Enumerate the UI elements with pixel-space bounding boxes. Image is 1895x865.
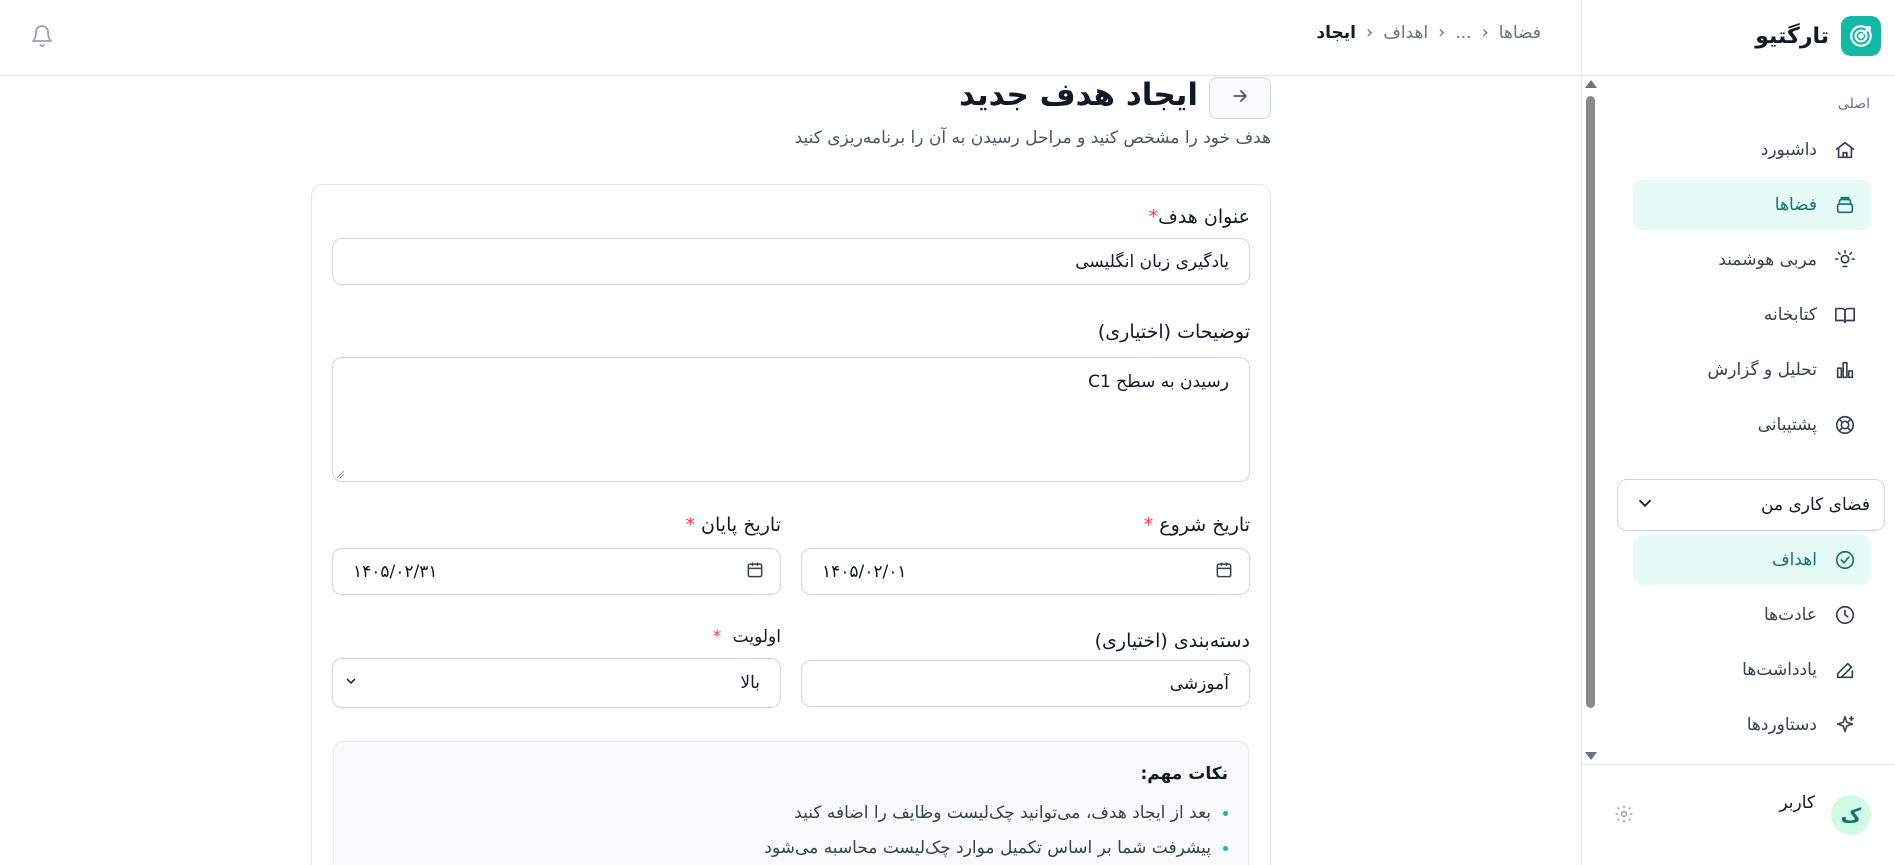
sidebar-item-smart-coach[interactable]: مربی هوشمند: [1633, 235, 1871, 285]
description-value: رسیدن به سطح C1: [1088, 372, 1229, 392]
tip-text: پیشرفت شما بر اساس تکمیل موارد چک‌لیست م…: [764, 838, 1211, 858]
priority-value: بالا: [740, 673, 760, 693]
sidebar: تارگتیو اصلی داشبورد فضاها مربی هوشمند ک…: [1581, 0, 1895, 865]
required-mark: *: [685, 514, 696, 536]
sparkles-icon: [1833, 713, 1857, 737]
calendar-icon[interactable]: [741, 560, 765, 584]
breadcrumb-item-goals[interactable]: اهداف: [1383, 23, 1428, 43]
target-check-icon: [1833, 548, 1857, 572]
gear-icon[interactable]: [1614, 804, 1634, 824]
workspace-select[interactable]: فضای کاری من: [1617, 479, 1885, 531]
title-label: عنوان هدف*: [1149, 206, 1250, 228]
page-title: ایجاد هدف جدید: [959, 77, 1198, 113]
priority-select[interactable]: بالا: [332, 658, 781, 708]
sidebar-item-achievements[interactable]: دستاوردها: [1633, 700, 1871, 750]
title-label-text: عنوان هدف: [1158, 206, 1250, 228]
sidebar-item-habits[interactable]: عادت‌ها: [1633, 590, 1871, 640]
book-icon: [1833, 303, 1857, 327]
sidebar-item-library[interactable]: کتابخانه: [1633, 290, 1871, 340]
start-date-input[interactable]: ۱۴۰۵/۰۲/۰۱: [801, 548, 1250, 595]
calendar-icon[interactable]: [1210, 560, 1234, 584]
list-item: پیشرفت شما بر اساس تکمیل موارد چک‌لیست م…: [764, 838, 1228, 858]
scrollbar-thumb[interactable]: [1586, 96, 1595, 708]
end-date-label-text: تاریخ پایان: [701, 514, 781, 536]
scroll-down-icon[interactable]: [1585, 752, 1597, 760]
sidebar-item-notes[interactable]: یادداشت‌ها: [1633, 645, 1871, 695]
breadcrumb-item-current: ایجاد: [1316, 22, 1356, 43]
bullet-dot-icon: [1223, 845, 1228, 851]
priority-label: اولویت *: [713, 627, 781, 647]
sidebar-item-label: فضاها: [1774, 195, 1817, 215]
arrow-right-icon: [1230, 86, 1250, 110]
chevron-left-icon: ‹: [1366, 22, 1374, 43]
description-textarea[interactable]: رسیدن به سطح C1: [332, 357, 1250, 482]
breadcrumb-item-spaces[interactable]: فضاها: [1499, 23, 1541, 43]
sidebar-item-label: کتابخانه: [1763, 305, 1817, 325]
back-button[interactable]: [1209, 77, 1271, 119]
chevron-down-icon: [1634, 492, 1656, 519]
lifebuoy-icon: [1833, 413, 1857, 437]
category-value: آموزشی: [1169, 673, 1229, 694]
sidebar-item-label: پشتیبانی: [1757, 415, 1817, 435]
bullet-dot-icon: [1223, 810, 1228, 816]
tip-text: بعد از ایجاد هدف، می‌توانید چک‌لیست وظای…: [794, 803, 1211, 823]
sidebar-scrollbar[interactable]: [1582, 78, 1598, 762]
page-subtitle: هدف خود را مشخص کنید و مراحل رسیدن به آن…: [794, 128, 1271, 148]
required-mark: *: [1148, 206, 1159, 228]
notification-bell-icon[interactable]: [30, 24, 54, 48]
start-date-label: تاریخ شروع *: [1144, 514, 1250, 536]
sidebar-item-label: عادت‌ها: [1763, 605, 1817, 625]
breadcrumb: فضاها ‹ ... ‹ اهداف ‹ ایجاد: [1316, 22, 1541, 43]
sidebar-item-label: تحلیل و گزارش: [1707, 360, 1817, 380]
lightbulb-icon: [1833, 248, 1857, 272]
sidebar-section-label: اصلی: [1837, 96, 1870, 112]
priority-label-text: اولویت: [732, 627, 781, 647]
sidebar-item-label: یادداشت‌ها: [1742, 660, 1817, 680]
top-header: فضاها ‹ ... ‹ اهداف ‹ ایجاد: [0, 0, 1581, 76]
list-item: بعد از ایجاد هدف، می‌توانید چک‌لیست وظای…: [794, 803, 1228, 823]
brand[interactable]: تارگتیو: [1755, 15, 1881, 57]
goal-title-value: یادگیری زبان انگلیسی: [1075, 251, 1229, 272]
sidebar-item-label: دستاوردها: [1746, 715, 1817, 735]
user-name: کاربر: [1779, 793, 1815, 813]
edit-icon: [1833, 658, 1857, 682]
sidebar-item-dashboard[interactable]: داشبورد: [1633, 125, 1871, 175]
sidebar-item-spaces[interactable]: فضاها: [1633, 180, 1871, 230]
clock-icon: [1833, 603, 1857, 627]
sidebar-item-label: مربی هوشمند: [1718, 250, 1817, 270]
chart-icon: [1833, 358, 1857, 382]
home-icon: [1833, 138, 1857, 162]
end-date-value: ۱۴۰۵/۰۲/۳۱: [353, 561, 438, 582]
tips-title: نکات مهم:: [1140, 764, 1228, 784]
tips-box: نکات مهم: بعد از ایجاد هدف، می‌توانید چک…: [333, 741, 1249, 865]
chevron-left-icon: ‹: [1438, 22, 1446, 43]
start-date-value: ۱۴۰۵/۰۲/۰۱: [822, 561, 907, 582]
sidebar-item-goals[interactable]: اهداف: [1633, 535, 1871, 585]
required-mark: *: [1143, 514, 1154, 536]
end-date-label: تاریخ پایان *: [686, 514, 782, 536]
required-mark: *: [712, 627, 722, 647]
target-logo-icon: [1841, 16, 1881, 56]
divider: [1581, 75, 1895, 76]
sidebar-item-support[interactable]: پشتیبانی: [1633, 400, 1871, 450]
chevron-left-icon: ‹: [1481, 22, 1489, 43]
workspace-select-value: فضای کاری من: [1761, 495, 1870, 515]
start-date-label-text: تاریخ شروع: [1159, 514, 1250, 536]
scroll-up-icon[interactable]: [1585, 80, 1597, 88]
sidebar-item-label: اهداف: [1772, 550, 1817, 570]
divider: [1581, 764, 1895, 765]
brand-name: تارگتیو: [1755, 23, 1829, 49]
sidebar-item-label: داشبورد: [1760, 140, 1817, 160]
layers-icon: [1833, 193, 1857, 217]
breadcrumb-item-ellipsis[interactable]: ...: [1455, 23, 1471, 43]
description-label: توضیحات (اختیاری): [1097, 321, 1250, 343]
avatar[interactable]: ک: [1831, 795, 1871, 835]
category-label: دسته‌بندی (اختیاری): [1094, 630, 1250, 652]
resize-handle-icon[interactable]: [335, 469, 345, 479]
end-date-input[interactable]: ۱۴۰۵/۰۲/۳۱: [332, 548, 781, 595]
chevron-down-icon: [339, 673, 359, 693]
goal-title-input[interactable]: یادگیری زبان انگلیسی: [332, 238, 1250, 285]
sidebar-item-analytics[interactable]: تحلیل و گزارش: [1633, 345, 1871, 395]
category-input[interactable]: آموزشی: [801, 660, 1250, 707]
